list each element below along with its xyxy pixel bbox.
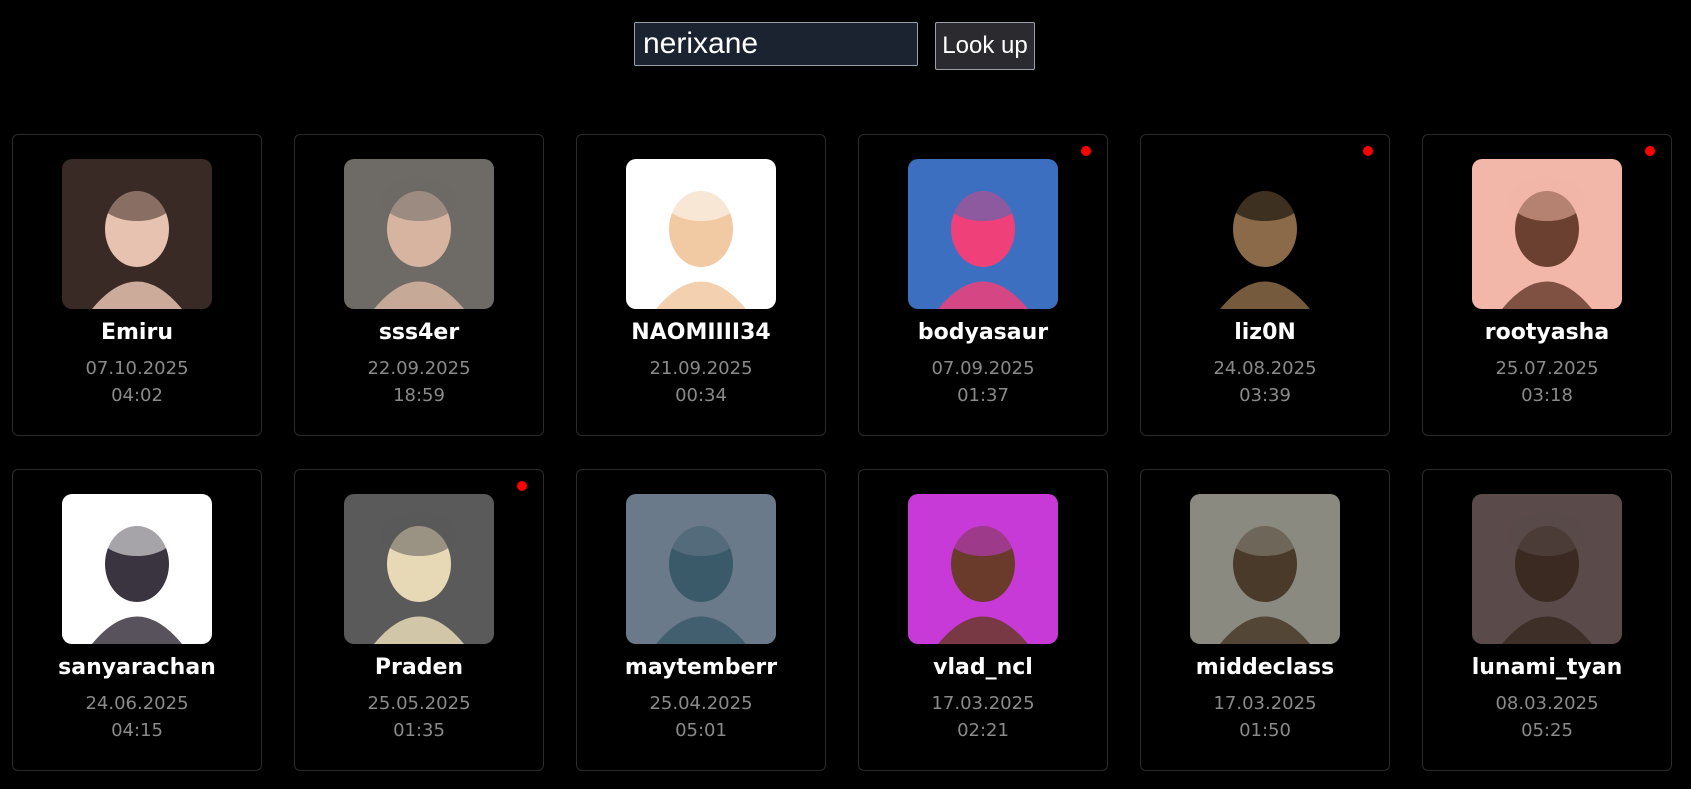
stream-time: 00:34 xyxy=(675,385,727,406)
stream-datetime: 25.05.2025 01:35 xyxy=(295,690,543,744)
stream-datetime: 17.03.2025 01:50 xyxy=(1141,690,1389,744)
stream-date: 25.07.2025 xyxy=(1495,358,1599,379)
stream-date: 08.03.2025 xyxy=(1495,693,1599,714)
anime-icon[interactable] xyxy=(1472,494,1622,644)
stream-date: 17.03.2025 xyxy=(1213,693,1317,714)
streamer-name[interactable]: Praden xyxy=(295,654,543,682)
streamer-name[interactable]: lunami_tyan xyxy=(1423,654,1671,682)
live-indicator-icon xyxy=(1363,146,1373,156)
stream-time: 04:02 xyxy=(111,385,163,406)
stream-time: 02:21 xyxy=(957,720,1009,741)
anime-icon[interactable] xyxy=(62,494,212,644)
stream-datetime: 07.10.2025 04:02 xyxy=(13,355,261,409)
cartoon-icon[interactable] xyxy=(626,159,776,309)
stream-date: 25.05.2025 xyxy=(367,693,471,714)
portrait-icon[interactable] xyxy=(62,159,212,309)
stream-time: 03:39 xyxy=(1239,385,1291,406)
streamer-grid: Emiru 07.10.2025 04:02 sss4er 22.09.2025 18:5… xyxy=(12,134,1672,771)
live-indicator-icon xyxy=(1081,146,1091,156)
streamer-name[interactable]: bodyasaur xyxy=(859,319,1107,347)
stream-time: 01:50 xyxy=(1239,720,1291,741)
streamer-card[interactable]: maytemberr 25.04.2025 05:01 xyxy=(576,469,826,771)
streamer-card[interactable]: bodyasaur 07.09.2025 01:37 xyxy=(858,134,1108,436)
streamer-name[interactable]: NAOMIIII34 xyxy=(577,319,825,347)
stream-datetime: 22.09.2025 18:59 xyxy=(295,355,543,409)
stream-time: 05:25 xyxy=(1521,720,1573,741)
streamer-card[interactable]: Praden 25.05.2025 01:35 xyxy=(294,469,544,771)
stream-date: 22.09.2025 xyxy=(367,358,471,379)
stream-date: 07.09.2025 xyxy=(931,358,1035,379)
streamer-card[interactable]: vlad_ncl 17.03.2025 02:21 xyxy=(858,469,1108,771)
portrait-icon[interactable] xyxy=(626,494,776,644)
streamer-card[interactable]: rootyasha 25.07.2025 03:18 xyxy=(1422,134,1672,436)
streamer-name[interactable]: middeclass xyxy=(1141,654,1389,682)
streamer-name[interactable]: vlad_ncl xyxy=(859,654,1107,682)
live-indicator-icon xyxy=(517,481,527,491)
stream-datetime: 25.07.2025 03:18 xyxy=(1423,355,1671,409)
stream-datetime: 21.09.2025 00:34 xyxy=(577,355,825,409)
anime-icon[interactable] xyxy=(1472,159,1622,309)
monkey-icon[interactable] xyxy=(1190,494,1340,644)
search-input[interactable] xyxy=(634,22,918,66)
streamer-card[interactable]: sanyarachan 24.06.2025 04:15 xyxy=(12,469,262,771)
stream-time: 05:01 xyxy=(675,720,727,741)
streamer-card[interactable]: middeclass 17.03.2025 01:50 xyxy=(1140,469,1390,771)
streamer-name[interactable]: sss4er xyxy=(295,319,543,347)
pallet-icon[interactable] xyxy=(344,494,494,644)
streamer-card[interactable]: lunami_tyan 08.03.2025 05:25 xyxy=(1422,469,1672,771)
stream-datetime: 24.08.2025 03:39 xyxy=(1141,355,1389,409)
stream-time: 01:37 xyxy=(957,385,1009,406)
portrait-icon[interactable] xyxy=(908,494,1058,644)
stream-datetime: 24.06.2025 04:15 xyxy=(13,690,261,744)
portrait-icon[interactable] xyxy=(344,159,494,309)
stream-datetime: 07.09.2025 01:37 xyxy=(859,355,1107,409)
streamer-name[interactable]: liz0N xyxy=(1141,319,1389,347)
stream-time: 18:59 xyxy=(393,385,445,406)
stream-date: 21.09.2025 xyxy=(649,358,753,379)
stream-time: 03:18 xyxy=(1521,385,1573,406)
stream-date: 24.06.2025 xyxy=(85,693,189,714)
stream-date: 07.10.2025 xyxy=(85,358,189,379)
live-indicator-icon xyxy=(1645,146,1655,156)
stream-datetime: 08.03.2025 05:25 xyxy=(1423,690,1671,744)
stream-time: 01:35 xyxy=(393,720,445,741)
stream-datetime: 25.04.2025 05:01 xyxy=(577,690,825,744)
search-bar: Look up xyxy=(634,22,1035,70)
look-up-button[interactable]: Look up xyxy=(935,22,1035,70)
stream-datetime: 17.03.2025 02:21 xyxy=(859,690,1107,744)
stream-date: 24.08.2025 xyxy=(1213,358,1317,379)
streamer-name[interactable]: sanyarachan xyxy=(13,654,261,682)
streamer-name[interactable]: rootyasha xyxy=(1423,319,1671,347)
streamer-card[interactable]: NAOMIIII34 21.09.2025 00:34 xyxy=(576,134,826,436)
streamer-card[interactable]: sss4er 22.09.2025 18:59 xyxy=(294,134,544,436)
streamer-name[interactable]: maytemberr xyxy=(577,654,825,682)
streamer-name[interactable]: Emiru xyxy=(13,319,261,347)
sloth-icon[interactable] xyxy=(1190,159,1340,309)
mask-icon[interactable] xyxy=(908,159,1058,309)
streamer-card[interactable]: Emiru 07.10.2025 04:02 xyxy=(12,134,262,436)
stream-time: 04:15 xyxy=(111,720,163,741)
stream-date: 17.03.2025 xyxy=(931,693,1035,714)
streamer-card[interactable]: liz0N 24.08.2025 03:39 xyxy=(1140,134,1390,436)
stream-date: 25.04.2025 xyxy=(649,693,753,714)
